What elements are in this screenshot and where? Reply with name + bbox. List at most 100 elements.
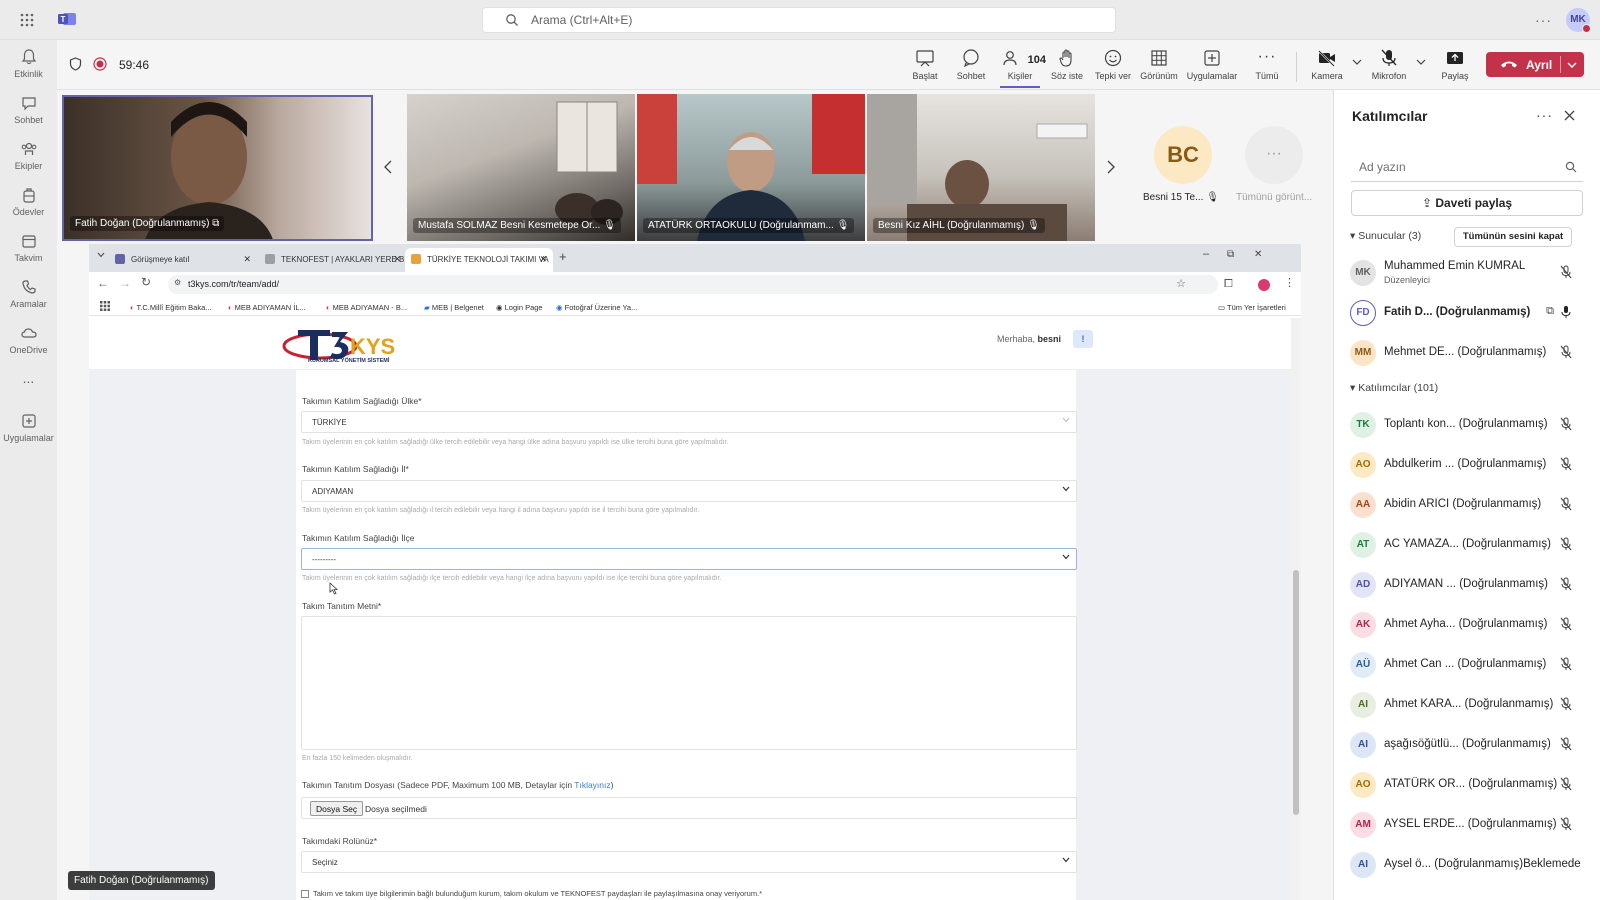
- participant-row[interactable]: AÜ Ahmet Can ... (Doğrulanmamış): [1333, 645, 1600, 683]
- notification-button[interactable]: !: [1073, 330, 1093, 348]
- close-tab-icon[interactable]: ✕: [539, 254, 547, 265]
- people-button[interactable]: 104 Kişiler: [994, 48, 1046, 81]
- minimize-icon[interactable]: –: [1203, 248, 1209, 260]
- restore-icon[interactable]: ⧉: [1227, 249, 1234, 260]
- participant-row[interactable]: AI Aysel ö... (Doğrulanmamış)Beklemede: [1333, 845, 1600, 883]
- participant-search-input[interactable]: Ad yazın: [1351, 154, 1583, 182]
- rail-calls[interactable]: Aramalar: [0, 278, 57, 309]
- rail-assignments[interactable]: Ödevler: [0, 186, 57, 217]
- tool-label: Paylaş: [1441, 71, 1469, 81]
- browser-menu-icon[interactable]: ⋮: [1284, 276, 1295, 289]
- participant-row[interactable]: AI aşağısöğütlü... (Doğrulanmamış): [1333, 725, 1600, 763]
- apps-grid-icon[interactable]: [100, 301, 110, 311]
- user-avatar[interactable]: MK: [1566, 8, 1591, 33]
- start-share-button[interactable]: Başlat: [902, 48, 948, 81]
- bookmark-item[interactable]: ◉ Login Page: [496, 303, 543, 312]
- camera-options-chevron-icon[interactable]: [1352, 58, 1362, 66]
- browser-tab-2[interactable]: TEKNOFEST | AYAKLARI YERE B ✕: [259, 248, 407, 272]
- leave-button[interactable]: Ayrıl: [1486, 52, 1584, 77]
- back-icon[interactable]: ←: [97, 276, 109, 290]
- bookmark-star-icon[interactable]: ☆: [1176, 277, 1186, 290]
- profile-avatar[interactable]: [1258, 279, 1270, 291]
- rail-calendar[interactable]: Takvim: [0, 232, 57, 263]
- t3kys-logo[interactable]: KYS KURUMSAL YÖNETİM SİSTEMİ: [282, 322, 422, 366]
- choose-file-button[interactable]: Dosya Seç: [310, 801, 364, 816]
- gallery-next-chevron-icon[interactable]: [1106, 160, 1116, 174]
- search-input[interactable]: Arama (Ctrl+Alt+E): [482, 7, 1116, 33]
- view-all-button[interactable]: ···: [1245, 126, 1303, 184]
- close-tab-icon[interactable]: ✕: [393, 254, 401, 265]
- close-panel-icon[interactable]: [1564, 110, 1575, 121]
- mic-options-chevron-icon[interactable]: [1416, 58, 1426, 66]
- new-tab-icon[interactable]: +: [559, 249, 567, 264]
- bookmark-item[interactable]: ◐ T.C.Millî Eğitim Baka...: [130, 303, 212, 312]
- app-launcher-icon[interactable]: [20, 13, 34, 27]
- extensions-icon[interactable]: ⧠: [1224, 278, 1233, 291]
- browser-tab-1[interactable]: Görüşmeye katıl ✕: [109, 248, 257, 272]
- bookmark-item[interactable]: ◐ MEB ADIYAMAN - B...: [326, 303, 407, 312]
- tab-search-chevron-icon[interactable]: [97, 252, 105, 258]
- presenters-section-header[interactable]: ▾ Sunucular (3): [1350, 230, 1421, 242]
- rail-chat[interactable]: Sohbet: [0, 94, 57, 125]
- participant-row[interactable]: AO ATATÜRK OR... (Doğrulanmamış): [1333, 765, 1600, 803]
- participant-row[interactable]: AA Abidin ARICI (Doğrulanmamış): [1333, 485, 1600, 523]
- video-tile-besni-kiz[interactable]: Besni Kız AİHL (Doğrulanmamış) 🎙︎: [867, 94, 1095, 241]
- react-button[interactable]: Tepki ver: [1090, 48, 1136, 81]
- reload-icon[interactable]: ↻: [141, 275, 151, 289]
- participant-row[interactable]: AI Ahmet KARA... (Doğrulanmamış): [1333, 685, 1600, 723]
- participant-row[interactable]: AO Abdulkerim ... (Doğrulanmamış): [1333, 445, 1600, 483]
- site-info-icon[interactable]: ⚙: [174, 278, 181, 287]
- gallery-prev-chevron-icon[interactable]: [383, 160, 393, 174]
- district-select[interactable]: ---------: [301, 548, 1077, 570]
- all-bookmarks[interactable]: ▭ Tüm Yer İşaretleri: [1218, 303, 1286, 312]
- city-select[interactable]: ADIYAMAN: [301, 480, 1077, 502]
- share-invite-button[interactable]: ⇪ Daveti paylaş: [1351, 190, 1583, 216]
- chat-button[interactable]: Sohbet: [948, 48, 994, 81]
- panel-more-icon[interactable]: ···: [1536, 107, 1553, 123]
- rail-more[interactable]: ...: [0, 370, 57, 386]
- apps-button[interactable]: Uygulamalar: [1184, 48, 1240, 81]
- details-link[interactable]: Tıklayınız: [574, 780, 610, 790]
- video-tile-fatih[interactable]: Fatih Doğan (Doğrulanmamış) ⧉: [62, 95, 373, 241]
- participant-row[interactable]: MM Mehmet DE... (Doğrulanmamış): [1333, 333, 1600, 371]
- camera-button[interactable]: Kamera: [1304, 48, 1350, 81]
- bookmark-item[interactable]: ▰ MEB | Belgenet: [424, 303, 484, 312]
- address-bar[interactable]: ⚙ t3kys.com/tr/team/add/ ☆: [168, 275, 1218, 294]
- participant-avatar-bc[interactable]: BC: [1154, 126, 1212, 184]
- forward-icon[interactable]: →: [119, 276, 131, 290]
- browser-tab-3[interactable]: TÜRKİYE TEKNOLOJİ TAKIMI VA ✕: [405, 248, 553, 272]
- participant-row[interactable]: AM AYSEL ERDE... (Doğrulanmamış): [1333, 805, 1600, 843]
- role-select[interactable]: Seçiniz: [301, 851, 1077, 873]
- attendees-section-header[interactable]: ▾ Katılımcılar (101): [1350, 382, 1438, 394]
- participant-row[interactable]: AK Ahmet Ayha... (Doğrulanmamış): [1333, 605, 1600, 643]
- view-button[interactable]: Görünüm: [1136, 48, 1182, 81]
- participant-row[interactable]: AT AC YAMAZA... (Doğrulanmamış): [1333, 525, 1600, 563]
- microphone-button[interactable]: Mikrofon: [1366, 48, 1412, 81]
- consent-checkbox[interactable]: [301, 890, 309, 898]
- leave-options-chevron-icon[interactable]: [1567, 61, 1577, 69]
- more-actions-button[interactable]: ··· Tümü: [1244, 48, 1290, 81]
- country-select[interactable]: TÜRKİYE: [301, 411, 1077, 433]
- mute-all-button[interactable]: Tümünün sesini kapat: [1454, 227, 1572, 247]
- bookmark-item[interactable]: ◉ Fotoğraf Üzerine Ya...: [556, 303, 637, 312]
- participant-row[interactable]: AD ADIYAMAN ... (Doğrulanmamış): [1333, 565, 1600, 603]
- rail-apps[interactable]: Uygulamalar: [0, 412, 57, 443]
- participant-row[interactable]: FD Fatih D... (Doğrulanmamış) ⧉: [1333, 293, 1600, 331]
- close-window-icon[interactable]: ✕: [1254, 249, 1262, 260]
- bookmark-item[interactable]: ◐ MEB ADIYAMAN İL...: [228, 303, 306, 312]
- participant-name: Muhammed Emin KUMRAL: [1384, 260, 1526, 272]
- rail-activity[interactable]: Etkinlik: [0, 48, 57, 79]
- intro-textarea[interactable]: [301, 616, 1077, 750]
- scrollbar-thumb[interactable]: [1293, 570, 1299, 815]
- rail-onedrive[interactable]: OneDrive: [0, 324, 57, 355]
- participant-row[interactable]: MK Muhammed Emin KUMRAL Düzenleyici: [1333, 253, 1600, 291]
- participant-row[interactable]: TK Toplantı kon... (Doğrulanmamış): [1333, 405, 1600, 443]
- more-options-icon[interactable]: ···: [1535, 12, 1552, 28]
- raise-hand-button[interactable]: Söz iste: [1044, 48, 1090, 81]
- video-tile-mustafa[interactable]: Mustafa SOLMAZ Besni Kesmetepe Or... 🎙︎: [407, 94, 635, 241]
- share-button[interactable]: Paylaş: [1432, 48, 1478, 81]
- close-tab-icon[interactable]: ✕: [243, 254, 251, 265]
- chat-icon: [963, 49, 979, 68]
- video-tile-ataturk[interactable]: ATATÜRK ORTAOKULU (Doğrulanmam... 🎙︎: [637, 94, 865, 241]
- rail-teams[interactable]: Ekipler: [0, 140, 57, 171]
